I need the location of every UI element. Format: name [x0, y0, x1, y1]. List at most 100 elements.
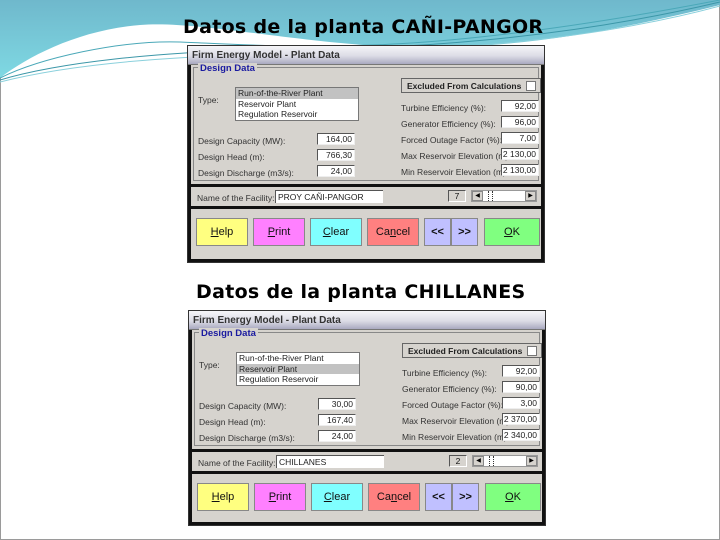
design-data-frame: Design Data Type: Run-of-the-River Plant…: [193, 63, 541, 181]
scroll-thumb[interactable]: [488, 191, 493, 201]
turbine-efficiency-input[interactable]: 92,00: [501, 100, 539, 112]
max-reservoir-elevation-label: Max Reservoir Elevation (m):: [402, 416, 512, 426]
facility-name-input[interactable]: PROY CAÑI-PANGOR: [275, 190, 383, 203]
type-listbox[interactable]: Run-of-the-River Plant Reservoir Plant R…: [235, 87, 359, 121]
type-option[interactable]: Regulation Reservoir: [237, 374, 359, 385]
generator-efficiency-label: Generator Efficiency (%):: [401, 119, 496, 129]
design-discharge-input[interactable]: 24,00: [318, 430, 356, 442]
excluded-checkbox[interactable]: [526, 81, 536, 91]
forced-outage-label: Forced Outage Factor (%):: [402, 400, 504, 410]
scroll-right-arrow-icon[interactable]: ▶: [525, 191, 536, 201]
design-capacity-input[interactable]: 30,00: [318, 398, 356, 410]
slide-title-cani-pangor: Datos de la planta CAÑI-PANGOR: [183, 16, 544, 38]
design-discharge-input[interactable]: 24,00: [317, 165, 355, 177]
facility-name-label: Name of the Facility:: [198, 458, 276, 468]
scroll-left-arrow-icon[interactable]: ◀: [473, 456, 484, 466]
type-listbox[interactable]: Run-of-the-River Plant Reservoir Plant R…: [236, 352, 360, 386]
frame-label: Design Data: [199, 328, 258, 339]
help-button[interactable]: Help: [196, 218, 248, 246]
max-reservoir-elevation-input[interactable]: 2 130,00: [501, 148, 539, 160]
type-option[interactable]: Run-of-the-River Plant: [237, 353, 359, 364]
max-reservoir-elevation-input[interactable]: 2 370,00: [502, 413, 540, 425]
cancel-label-pre: Ca: [375, 226, 390, 238]
design-head-input[interactable]: 167,40: [318, 414, 356, 426]
print-mnemonic: P: [268, 491, 277, 503]
clear-label: lear: [331, 491, 351, 503]
facility-name-row: Name of the Facility: PROY CAÑI-PANGOR 7…: [191, 184, 541, 209]
forced-outage-input[interactable]: 7,00: [501, 132, 539, 144]
design-head-input[interactable]: 766,30: [317, 149, 355, 161]
cancel-label-pre: Ca: [376, 491, 391, 503]
design-capacity-label: Design Capacity (MW):: [198, 136, 286, 146]
print-label: rint: [276, 491, 292, 503]
print-mnemonic: P: [267, 226, 276, 238]
help-button[interactable]: Help: [197, 483, 249, 511]
scroll-thumb[interactable]: [489, 456, 494, 466]
cancel-button[interactable]: Cancel: [368, 483, 420, 511]
next-record-button[interactable]: >>: [452, 483, 479, 511]
slide-title-chillanes: Datos de la planta CHILLANES: [196, 281, 526, 303]
cancel-label: cel: [396, 226, 411, 238]
design-discharge-label: Design Discharge (m3/s):: [198, 168, 294, 178]
cancel-label: cel: [397, 491, 412, 503]
generator-efficiency-label: Generator Efficiency (%):: [402, 384, 497, 394]
type-option[interactable]: Reservoir Plant: [237, 363, 359, 374]
previous-record-button[interactable]: <<: [424, 218, 451, 246]
design-discharge-label: Design Discharge (m3/s):: [199, 433, 295, 443]
window-title: Firm Energy Model - Plant Data: [193, 315, 341, 326]
type-option[interactable]: Run-of-the-River Plant: [236, 88, 358, 99]
frame-label: Design Data: [198, 63, 257, 74]
print-button[interactable]: Print: [254, 483, 306, 511]
scroll-right-arrow-icon[interactable]: ▶: [526, 456, 537, 466]
record-scrollbar[interactable]: ◀ ▶: [471, 190, 537, 202]
ok-label: K: [513, 491, 521, 503]
facility-name-row: Name of the Facility: CHILLANES 2 ◀ ▶: [192, 449, 542, 474]
print-button[interactable]: Print: [253, 218, 305, 246]
generator-efficiency-input[interactable]: 96,00: [501, 116, 539, 128]
clear-mnemonic: C: [323, 491, 332, 503]
excluded-label: Excluded From Calculations: [408, 346, 523, 356]
button-row: Help Print Clear Cancel << >> OK: [191, 213, 541, 253]
next-record-button[interactable]: >>: [451, 218, 478, 246]
ok-mnemonic: O: [505, 491, 514, 503]
dialog-body: Design Data Type: Run-of-the-River Plant…: [189, 328, 545, 525]
plant-data-dialog-cani-pangor: Firm Energy Model - Plant Data Design Da…: [187, 45, 545, 263]
max-reservoir-elevation-label: Max Reservoir Elevation (m):: [401, 151, 511, 161]
help-mnemonic: H: [211, 491, 220, 503]
min-reservoir-elevation-input[interactable]: 2 130,00: [501, 164, 539, 176]
forced-outage-input[interactable]: 3,00: [502, 397, 540, 409]
clear-button[interactable]: Clear: [311, 483, 363, 511]
button-row: Help Print Clear Cancel << >> OK: [192, 478, 542, 518]
excluded-from-calculations: Excluded From Calculations: [402, 343, 542, 358]
excluded-checkbox[interactable]: [527, 346, 537, 356]
ok-button[interactable]: OK: [484, 218, 540, 246]
type-label: Type:: [199, 360, 220, 370]
print-label: rint: [275, 226, 291, 238]
ok-button[interactable]: OK: [485, 483, 541, 511]
cancel-button[interactable]: Cancel: [367, 218, 419, 246]
generator-efficiency-input[interactable]: 90,00: [502, 381, 540, 393]
help-label: elp: [219, 491, 235, 503]
record-index: 2: [449, 455, 467, 467]
clear-label: lear: [330, 226, 350, 238]
design-capacity-input[interactable]: 164,00: [317, 133, 355, 145]
facility-name-input[interactable]: CHILLANES: [276, 455, 384, 468]
ok-mnemonic: O: [504, 226, 513, 238]
ok-label: K: [512, 226, 520, 238]
record-index: 7: [448, 190, 466, 202]
clear-button[interactable]: Clear: [310, 218, 362, 246]
type-option[interactable]: Reservoir Plant: [236, 99, 358, 110]
record-scrollbar[interactable]: ◀ ▶: [472, 455, 538, 467]
excluded-label: Excluded From Calculations: [407, 81, 522, 91]
min-reservoir-elevation-input[interactable]: 2 340,00: [502, 429, 540, 441]
type-option[interactable]: Regulation Reservoir: [236, 109, 358, 120]
scroll-left-arrow-icon[interactable]: ◀: [472, 191, 483, 201]
design-head-label: Design Head (m):: [198, 152, 265, 162]
previous-record-button[interactable]: <<: [425, 483, 452, 511]
help-mnemonic: H: [210, 226, 219, 238]
plant-data-dialog-chillanes: Firm Energy Model - Plant Data Design Da…: [188, 310, 546, 526]
forced-outage-label: Forced Outage Factor (%):: [401, 135, 503, 145]
turbine-efficiency-input[interactable]: 92,00: [502, 365, 540, 377]
help-label: elp: [218, 226, 234, 238]
excluded-from-calculations: Excluded From Calculations: [401, 78, 541, 93]
